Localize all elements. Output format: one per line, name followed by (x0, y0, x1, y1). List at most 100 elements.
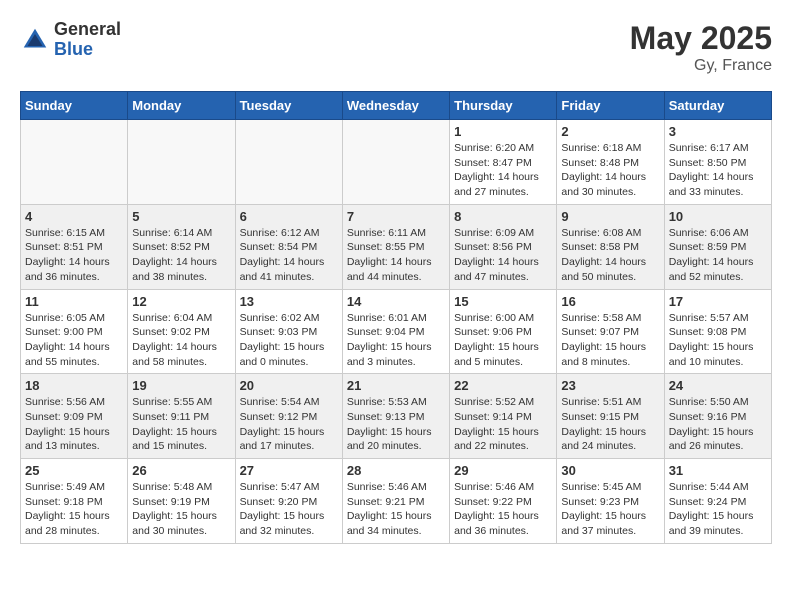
calendar-cell: 21 Sunrise: 5:53 AM Sunset: 9:13 PM Dayli… (342, 374, 449, 459)
day-number: 2 (561, 124, 659, 139)
calendar-cell (342, 120, 449, 205)
day-number: 12 (132, 294, 230, 309)
day-number: 14 (347, 294, 445, 309)
logo-line1: General (54, 20, 121, 40)
day-info: Sunrise: 5:58 AM Sunset: 9:07 PM Dayligh… (561, 311, 659, 370)
weekday-header: Saturday (664, 92, 771, 120)
day-info: Sunrise: 6:08 AM Sunset: 8:58 PM Dayligh… (561, 226, 659, 285)
calendar-cell: 30Sunrise: 5:45 AM Sunset: 9:23 PM Dayli… (557, 459, 664, 544)
day-number: 27 (240, 463, 338, 478)
day-number: 26 (132, 463, 230, 478)
calendar-title: May 2025 (630, 20, 772, 57)
calendar-body: 1 Sunrise: 6:20 AM Sunset: 8:47 PM Daylig… (21, 120, 772, 544)
weekday-header: Sunday (21, 92, 128, 120)
day-info: Sunrise: 5:46 AM Sunset: 9:22 PM Dayligh… (454, 480, 552, 539)
calendar-cell: 4 Sunrise: 6:15 AM Sunset: 8:51 PM Daylig… (21, 204, 128, 289)
day-number: 16 (561, 294, 659, 309)
calendar-cell: 15Sunrise: 6:00 AM Sunset: 9:06 PM Dayli… (450, 289, 557, 374)
day-info: Sunrise: 5:47 AM Sunset: 9:20 PM Dayligh… (240, 480, 338, 539)
day-info: Sunrise: 6:00 AM Sunset: 9:06 PM Dayligh… (454, 311, 552, 370)
calendar-week-row: 4 Sunrise: 6:15 AM Sunset: 8:51 PM Daylig… (21, 204, 772, 289)
calendar-cell: 22Sunrise: 5:52 AM Sunset: 9:14 PM Dayli… (450, 374, 557, 459)
day-number: 28 (347, 463, 445, 478)
day-number: 31 (669, 463, 767, 478)
day-info: Sunrise: 6:04 AM Sunset: 9:02 PM Dayligh… (132, 311, 230, 370)
day-info: Sunrise: 5:50 AM Sunset: 9:16 PM Dayligh… (669, 395, 767, 454)
calendar-cell: 6Sunrise: 6:12 AM Sunset: 8:54 PM Daylig… (235, 204, 342, 289)
weekday-header: Friday (557, 92, 664, 120)
day-number: 7 (347, 209, 445, 224)
day-info: Sunrise: 6:12 AM Sunset: 8:54 PM Dayligh… (240, 226, 338, 285)
day-number: 8 (454, 209, 552, 224)
calendar-cell: 28 Sunrise: 5:46 AM Sunset: 9:21 PM Dayli… (342, 459, 449, 544)
calendar-cell: 19Sunrise: 5:55 AM Sunset: 9:11 PM Dayli… (128, 374, 235, 459)
day-number: 21 (347, 378, 445, 393)
calendar-cell: 24 Sunrise: 5:50 AM Sunset: 9:16 PM Dayli… (664, 374, 771, 459)
day-number: 4 (25, 209, 123, 224)
calendar-cell: 17Sunrise: 5:57 AM Sunset: 9:08 PM Dayli… (664, 289, 771, 374)
day-info: Sunrise: 5:46 AM Sunset: 9:21 PM Dayligh… (347, 480, 445, 539)
calendar-cell: 26 Sunrise: 5:48 AM Sunset: 9:19 PM Dayli… (128, 459, 235, 544)
calendar-cell: 13Sunrise: 6:02 AM Sunset: 9:03 PM Dayli… (235, 289, 342, 374)
calendar-cell: 8 Sunrise: 6:09 AM Sunset: 8:56 PM Daylig… (450, 204, 557, 289)
day-info: Sunrise: 6:06 AM Sunset: 8:59 PM Dayligh… (669, 226, 767, 285)
day-info: Sunrise: 6:17 AM Sunset: 8:50 PM Dayligh… (669, 141, 767, 200)
calendar-cell: 11 Sunrise: 6:05 AM Sunset: 9:00 PM Dayli… (21, 289, 128, 374)
day-info: Sunrise: 5:56 AM Sunset: 9:09 PM Dayligh… (25, 395, 123, 454)
day-info: Sunrise: 6:01 AM Sunset: 9:04 PM Dayligh… (347, 311, 445, 370)
calendar-cell: 20 Sunrise: 5:54 AM Sunset: 9:12 PM Dayli… (235, 374, 342, 459)
calendar-cell: 3 Sunrise: 6:17 AM Sunset: 8:50 PM Daylig… (664, 120, 771, 205)
day-info: Sunrise: 5:45 AM Sunset: 9:23 PM Dayligh… (561, 480, 659, 539)
day-number: 20 (240, 378, 338, 393)
calendar-cell: 7Sunrise: 6:11 AM Sunset: 8:55 PM Daylig… (342, 204, 449, 289)
calendar-week-row: 1 Sunrise: 6:20 AM Sunset: 8:47 PM Daylig… (21, 120, 772, 205)
day-info: Sunrise: 6:15 AM Sunset: 8:51 PM Dayligh… (25, 226, 123, 285)
day-info: Sunrise: 6:14 AM Sunset: 8:52 PM Dayligh… (132, 226, 230, 285)
day-info: Sunrise: 5:53 AM Sunset: 9:13 PM Dayligh… (347, 395, 445, 454)
logo-icon (20, 25, 50, 55)
day-number: 3 (669, 124, 767, 139)
logo-text: General Blue (54, 20, 121, 60)
day-number: 24 (669, 378, 767, 393)
calendar-cell (128, 120, 235, 205)
day-info: Sunrise: 5:48 AM Sunset: 9:19 PM Dayligh… (132, 480, 230, 539)
calendar-header: SundayMondayTuesdayWednesdayThursdayFrid… (21, 92, 772, 120)
day-number: 18 (25, 378, 123, 393)
day-info: Sunrise: 5:49 AM Sunset: 9:18 PM Dayligh… (25, 480, 123, 539)
calendar-cell: 16 Sunrise: 5:58 AM Sunset: 9:07 PM Dayli… (557, 289, 664, 374)
day-number: 10 (669, 209, 767, 224)
logo-line2: Blue (54, 40, 121, 60)
day-number: 29 (454, 463, 552, 478)
day-number: 22 (454, 378, 552, 393)
day-info: Sunrise: 5:44 AM Sunset: 9:24 PM Dayligh… (669, 480, 767, 539)
day-number: 11 (25, 294, 123, 309)
logo: General Blue (20, 20, 121, 60)
calendar-cell (21, 120, 128, 205)
calendar-week-row: 25 Sunrise: 5:49 AM Sunset: 9:18 PM Dayli… (21, 459, 772, 544)
day-info: Sunrise: 6:09 AM Sunset: 8:56 PM Dayligh… (454, 226, 552, 285)
day-number: 13 (240, 294, 338, 309)
day-info: Sunrise: 6:18 AM Sunset: 8:48 PM Dayligh… (561, 141, 659, 200)
calendar-cell: 29 Sunrise: 5:46 AM Sunset: 9:22 PM Dayli… (450, 459, 557, 544)
calendar-cell: 12 Sunrise: 6:04 AM Sunset: 9:02 PM Dayli… (128, 289, 235, 374)
calendar-cell: 9 Sunrise: 6:08 AM Sunset: 8:58 PM Daylig… (557, 204, 664, 289)
weekday-header: Tuesday (235, 92, 342, 120)
day-number: 1 (454, 124, 552, 139)
calendar-cell: 10 Sunrise: 6:06 AM Sunset: 8:59 PM Dayli… (664, 204, 771, 289)
day-number: 5 (132, 209, 230, 224)
day-number: 25 (25, 463, 123, 478)
day-info: Sunrise: 5:54 AM Sunset: 9:12 PM Dayligh… (240, 395, 338, 454)
calendar-cell (235, 120, 342, 205)
calendar-cell: 31 Sunrise: 5:44 AM Sunset: 9:24 PM Dayli… (664, 459, 771, 544)
calendar-cell: 1 Sunrise: 6:20 AM Sunset: 8:47 PM Daylig… (450, 120, 557, 205)
weekday-header: Monday (128, 92, 235, 120)
weekday-header: Thursday (450, 92, 557, 120)
day-info: Sunrise: 5:55 AM Sunset: 9:11 PM Dayligh… (132, 395, 230, 454)
day-info: Sunrise: 6:05 AM Sunset: 9:00 PM Dayligh… (25, 311, 123, 370)
day-info: Sunrise: 6:20 AM Sunset: 8:47 PM Dayligh… (454, 141, 552, 200)
day-number: 9 (561, 209, 659, 224)
calendar-cell: 27 Sunrise: 5:47 AM Sunset: 9:20 PM Dayli… (235, 459, 342, 544)
calendar-cell: 5 Sunrise: 6:14 AM Sunset: 8:52 PM Daylig… (128, 204, 235, 289)
calendar-cell: 25 Sunrise: 5:49 AM Sunset: 9:18 PM Dayli… (21, 459, 128, 544)
day-info: Sunrise: 5:57 AM Sunset: 9:08 PM Dayligh… (669, 311, 767, 370)
